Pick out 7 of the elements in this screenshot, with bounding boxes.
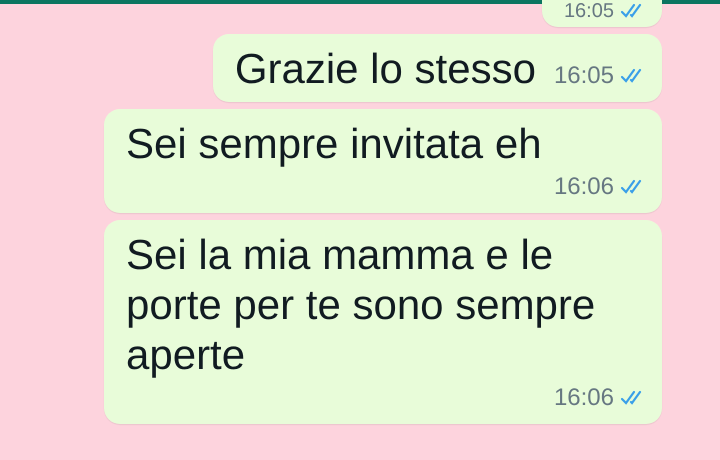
- message-time: 16:05: [554, 61, 614, 91]
- message-time: 16:06: [554, 383, 614, 413]
- message-time: 16:06: [554, 172, 614, 202]
- message-text: Grazie lo stesso: [234, 44, 536, 94]
- message-time: 16:05: [564, 0, 614, 23]
- message-text: Sei sempre invitata eh: [126, 119, 543, 169]
- message-text: Sei la mia mamma e le porte per te sono sempre aperte: [126, 230, 596, 380]
